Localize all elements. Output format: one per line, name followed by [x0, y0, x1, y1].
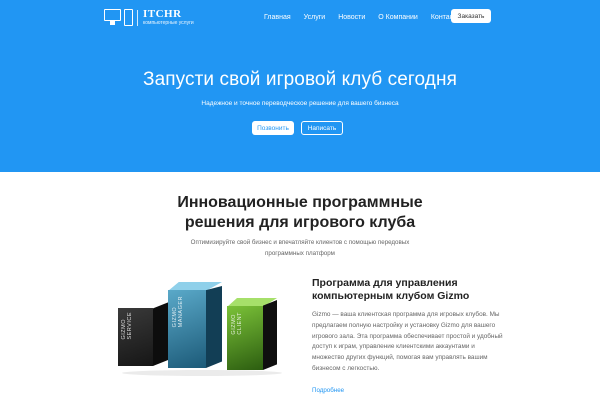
logo[interactable]: ITCHR компьютерные услуги [104, 9, 194, 27]
logo-tagline: компьютерные услуги [143, 20, 194, 26]
call-button[interactable]: Позвонить [252, 121, 294, 135]
hero-title: Запусти свой игровой клуб сегодня [143, 69, 457, 90]
product-description: Gizmo — ваша клиентская программа для иг… [312, 311, 503, 372]
section-subtitle: Оптимизируйте свой бизнес и впечатляйте … [190, 239, 410, 257]
nav-link-about[interactable]: О Компании [378, 13, 418, 22]
nav-link-home[interactable]: Главная [264, 13, 291, 22]
box-label: GIZMO MANAGER [172, 296, 184, 328]
product-title: Программа для управления компьютерным кл… [312, 277, 470, 302]
write-button[interactable]: Написать [301, 121, 343, 135]
box-label: GIZMO SERVICE [121, 312, 133, 340]
main-nav: Главная Услуги Новости О Компании Контак… [264, 13, 474, 22]
computer-icon [104, 9, 134, 27]
more-link[interactable]: Подробнее [312, 387, 344, 394]
section-title: Инновационные программные решения для иг… [177, 194, 423, 231]
product-boxes-image: GIZMO SERVICE GIZMO CLIENT GIZMO MANAGER [110, 282, 290, 382]
hero-subtitle: Надежное и точное переводческое решение … [201, 100, 399, 107]
nav-link-services[interactable]: Услуги [304, 13, 326, 22]
order-button[interactable]: Заказать [451, 9, 491, 23]
logo-name: ITCHR [143, 8, 182, 20]
box-label: GIZMO CLIENT [231, 312, 243, 335]
nav-link-news[interactable]: Новости [338, 13, 365, 22]
logo-divider [137, 10, 138, 26]
hero-banner: ITCHR компьютерные услуги Главная Услуги… [0, 0, 600, 172]
